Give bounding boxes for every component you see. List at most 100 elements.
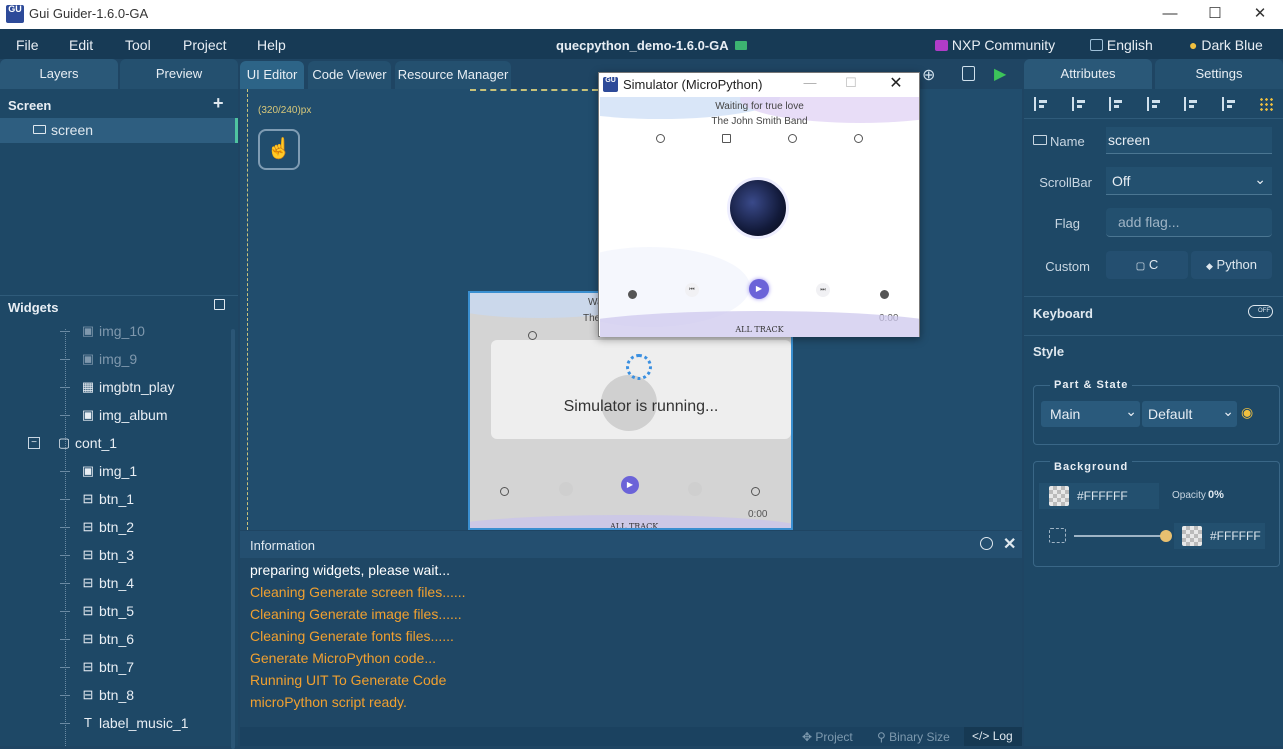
footer-tab-binary-size[interactable]: ⚲ Binary Size (877, 730, 950, 744)
chevron-down-icon: ⌄ (1254, 171, 1266, 187)
tab-attributes[interactable]: Attributes (1024, 59, 1152, 89)
tab-resource-manager[interactable]: Resource Manager (395, 61, 511, 89)
log-line: Running UIT To Generate Code (250, 672, 447, 688)
download-icon[interactable] (788, 134, 797, 143)
play-button[interactable]: ▶ (749, 279, 769, 299)
tree-item-btn_8[interactable]: ⊟ btn_8 (0, 682, 230, 710)
theme-selector[interactable]: ● Dark Blue (1189, 37, 1263, 53)
image-placeholder-icon[interactable] (1049, 528, 1066, 543)
running-text: Simulator is running... (563, 398, 719, 415)
tree-item-cont_1[interactable]: − ▢ cont_1 (0, 430, 230, 458)
close-info-icon[interactable]: ✕ (1003, 534, 1016, 554)
tree-item-label: btn_5 (99, 603, 135, 619)
collapse-icon[interactable]: − (28, 437, 40, 449)
align-top-icon[interactable] (1146, 97, 1161, 111)
info-title: Information (250, 538, 316, 553)
flag-input[interactable]: add flag... (1106, 208, 1272, 237)
grad-color-picker[interactable]: #FFFFFF (1174, 523, 1265, 549)
sim-minimize-button[interactable]: — (795, 75, 825, 90)
touch-tool-icon[interactable]: ☝ (258, 129, 300, 170)
alignment-toolbar (1024, 95, 1283, 115)
tab-layers[interactable]: Layers (0, 59, 118, 89)
log-line: Cleaning Generate image files...... (250, 606, 462, 622)
repeat-icon[interactable] (880, 290, 889, 299)
code-export-icon[interactable] (962, 66, 975, 81)
tree-item-btn_6[interactable]: ⊟ btn_6 (0, 626, 230, 654)
gradient-slider-handle[interactable] (1160, 530, 1172, 542)
simulator-screen[interactable]: Waiting for true love The John Smith Ban… (600, 97, 919, 337)
keyboard-toggle[interactable]: OFF (1248, 305, 1273, 318)
menu-tool[interactable]: Tool (125, 37, 151, 53)
tree-item-btn_4[interactable]: ⊟ btn_4 (0, 570, 230, 598)
footer-tab-project[interactable]: ✥ Project (802, 730, 853, 744)
tree-item-btn_5[interactable]: ⊟ btn_5 (0, 598, 230, 626)
log-line: preparing widgets, please wait... (250, 562, 450, 578)
state-select[interactable]: Default ⌄ (1142, 401, 1237, 427)
tree-item-btn_2[interactable]: ⊟ btn_2 (0, 514, 230, 542)
background-group (1033, 461, 1280, 567)
shuffle-icon[interactable] (628, 290, 637, 299)
popout-icon[interactable] (214, 299, 225, 310)
gradient-slider-track[interactable] (1074, 535, 1164, 537)
tree-item-imgbtn_play[interactable]: ▦ imgbtn_play (0, 374, 230, 402)
tree-item-label_music_1[interactable]: Tlabel_music_1 (0, 710, 230, 738)
tab-ui-editor[interactable]: UI Editor (240, 61, 304, 89)
align-right-icon[interactable] (1109, 97, 1123, 111)
playlist-icon[interactable] (722, 134, 731, 143)
eye-icon[interactable]: ◉ (1241, 404, 1253, 421)
simulator-window[interactable]: GU Simulator (MicroPython) — ☐ ✕ Waiting… (598, 72, 920, 337)
widgets-scrollbar[interactable] (231, 329, 235, 749)
align-left-icon[interactable] (1034, 97, 1048, 111)
canvas-size-label: (320/240)px (258, 105, 312, 116)
footer-tab-log[interactable]: </> Log (964, 727, 1022, 746)
tab-settings[interactable]: Settings (1155, 59, 1283, 89)
all-track-label: ALL TRACK (735, 325, 784, 334)
maximize-button[interactable]: ☐ (1195, 3, 1235, 25)
comment-icon[interactable] (854, 134, 863, 143)
tree-item-img_1[interactable]: ▣ img_1 (0, 458, 230, 486)
album-art (727, 177, 789, 239)
project-name: quecpython_demo-1.6.0-GA (556, 38, 747, 53)
next-button[interactable]: ⏭ (816, 283, 830, 297)
run-simulator-button[interactable]: ▶ (994, 64, 1006, 84)
name-input[interactable]: screen (1106, 127, 1272, 154)
menu-edit[interactable]: Edit (69, 37, 93, 53)
tab-preview[interactable]: Preview (120, 59, 238, 89)
scrollbar-select[interactable]: Off ⌄ (1106, 167, 1272, 195)
custom-python-button[interactable]: ◆ Python (1191, 251, 1272, 279)
minimize-button[interactable]: — (1150, 3, 1190, 25)
part-select[interactable]: Main ⌄ (1041, 401, 1140, 427)
menu-file[interactable]: File (16, 37, 39, 53)
language-selector[interactable]: English (1090, 37, 1153, 53)
shuffle-icon (500, 487, 509, 496)
tab-code-viewer[interactable]: Code Viewer (308, 61, 391, 89)
sim-maximize-button[interactable]: ☐ (836, 75, 866, 91)
tree-item-btn_3[interactable]: ⊟ btn_3 (0, 542, 230, 570)
prev-button[interactable]: ⏮ (685, 283, 699, 297)
button-icon: ⊟ (82, 631, 94, 646)
like-icon[interactable] (656, 134, 665, 143)
close-button[interactable]: ✕ (1240, 3, 1280, 25)
sim-close-button[interactable]: ✕ (881, 73, 911, 93)
opacity-value[interactable]: 0% (1208, 489, 1224, 501)
add-screen-button[interactable]: + (213, 93, 224, 114)
tree-item-btn_7[interactable]: ⊟ btn_7 (0, 654, 230, 682)
align-center-h-icon[interactable] (1071, 97, 1086, 111)
tree-item-img_10[interactable]: ▣ img_10 (0, 318, 230, 346)
tree-item-img_album[interactable]: ▣ img_album (0, 402, 230, 430)
grid-icon[interactable] (1259, 97, 1273, 111)
menu-project[interactable]: Project (183, 37, 227, 53)
bg-color-picker[interactable]: #FFFFFF (1039, 483, 1159, 509)
clear-log-icon[interactable] (980, 537, 993, 550)
align-bottom-icon[interactable] (1221, 97, 1236, 111)
tree-item-img_9[interactable]: ▣ img_9 (0, 346, 230, 374)
menu-help[interactable]: Help (257, 37, 286, 53)
custom-c-button[interactable]: ▢ C (1106, 251, 1188, 279)
nxp-community-link[interactable]: NXP Community (935, 37, 1055, 53)
align-center-v-icon[interactable] (1184, 97, 1198, 111)
screen-item[interactable]: screen (0, 118, 238, 143)
button-icon: ⊟ (82, 687, 94, 702)
tree-item-btn_1[interactable]: ⊟ btn_1 (0, 486, 230, 514)
top-ruler-guide (470, 89, 598, 92)
zoom-in-icon[interactable]: ⊕ (922, 65, 935, 85)
